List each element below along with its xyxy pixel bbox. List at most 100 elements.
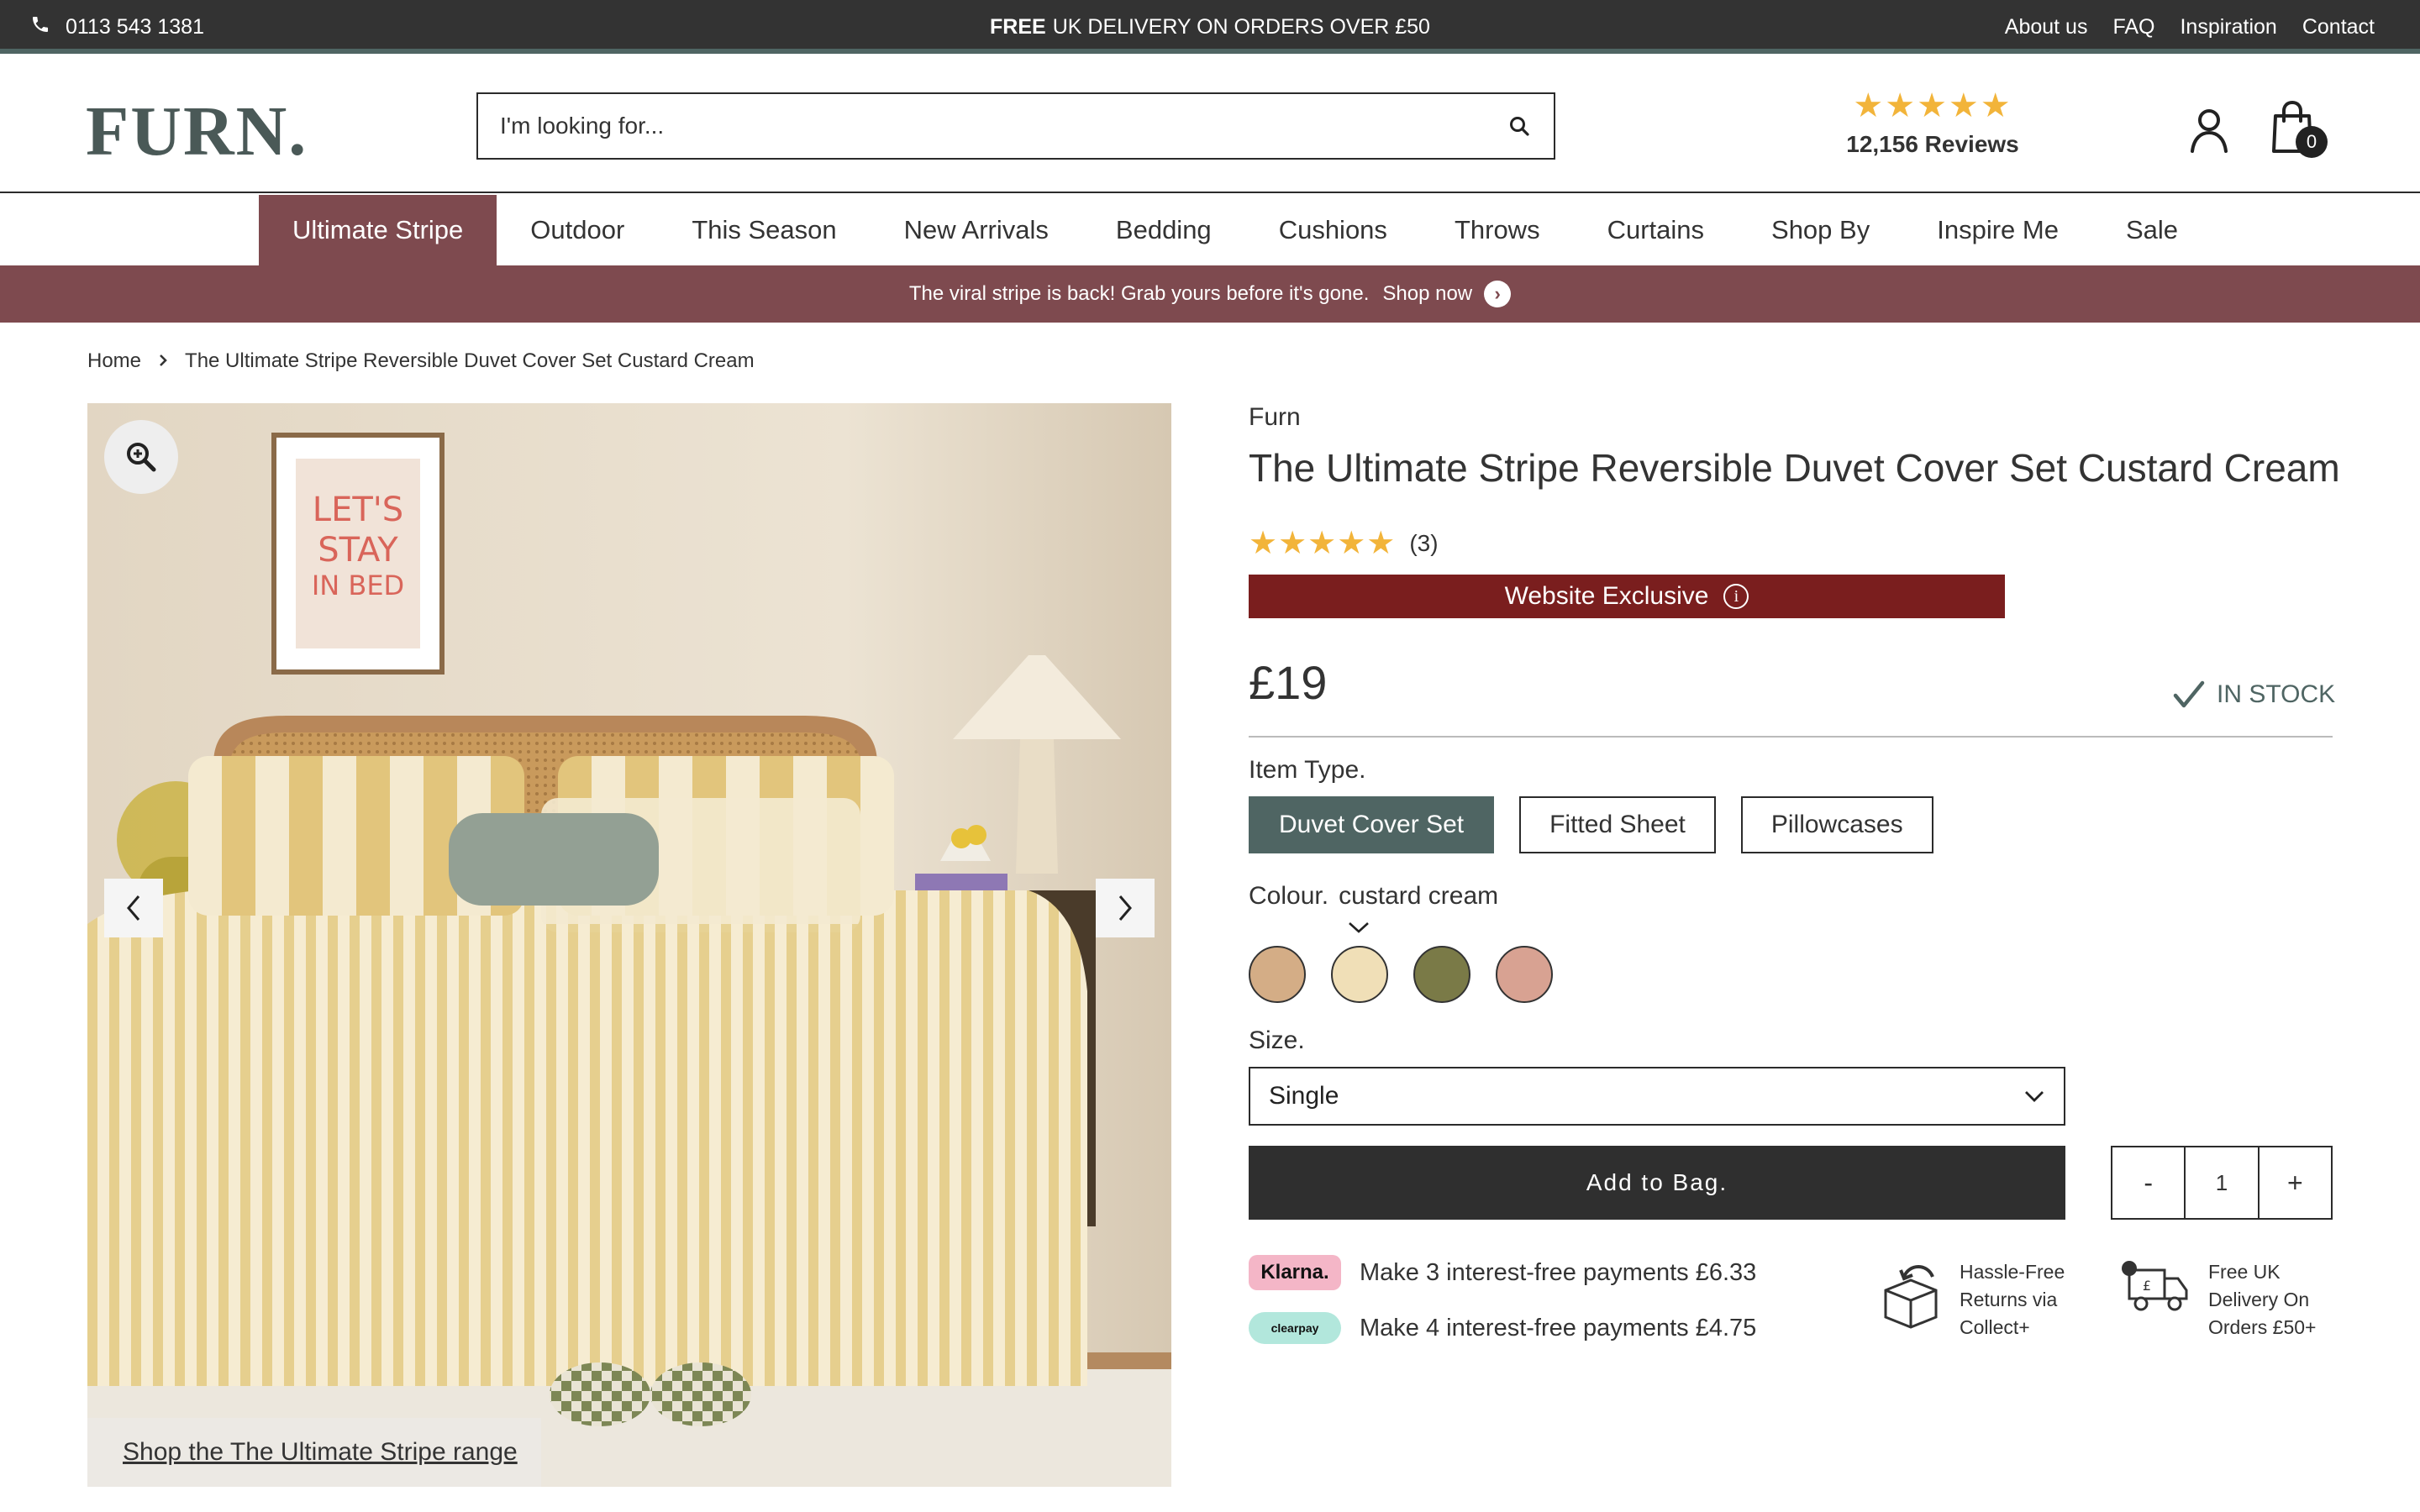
shop-now-label: Shop now <box>1382 282 1473 305</box>
phone-number: 0113 543 1381 <box>66 14 204 39</box>
swatch-pink[interactable] <box>1496 946 1553 1003</box>
shopping-bag-icon[interactable]: 0 <box>2269 99 2328 158</box>
zoom-icon[interactable] <box>104 420 178 494</box>
returns-line-1: Hassle-Free <box>1960 1261 2065 1283</box>
bedroom-photo: LET'S STAY IN BED <box>87 403 1171 1487</box>
reviews-count: 12,156 Reviews <box>1846 131 2019 157</box>
option-fitted-sheet[interactable]: Fitted Sheet <box>1519 796 1716 853</box>
breadcrumb-home[interactable]: Home <box>87 349 141 373</box>
nav-item-outdoor[interactable]: Outdoor <box>497 195 658 265</box>
top-bar: FREE UK DELIVERY ON ORDERS OVER £50 0113… <box>0 0 2420 54</box>
add-to-bag-button[interactable]: Add to Bag. <box>1249 1146 2065 1220</box>
swatch-olive[interactable] <box>1413 946 1470 1003</box>
search-bar <box>476 92 1555 160</box>
delivery-truck-icon: £ <box>2122 1261 2188 1311</box>
nav-item-shop-by[interactable]: Shop By <box>1738 195 1903 265</box>
nav-item-sale[interactable]: Sale <box>2092 195 2212 265</box>
chevron-down-icon <box>1348 921 1370 938</box>
option-duvet-cover-set[interactable]: Duvet Cover Set <box>1249 796 1495 853</box>
previous-image-button[interactable] <box>104 879 163 937</box>
reviews-stars: ★★★★★ <box>1853 87 2012 124</box>
quantity-decrease-button[interactable]: - <box>2112 1147 2184 1218</box>
contact-link[interactable]: Contact <box>2302 15 2375 39</box>
product-brand[interactable]: Furn <box>1249 403 1301 432</box>
chevron-left-icon <box>127 895 140 921</box>
quantity-increase-button[interactable]: + <box>2260 1147 2331 1218</box>
delivery-line-1: Free UK <box>2208 1261 2281 1283</box>
delivery-line-3: Orders £50+ <box>2208 1316 2317 1338</box>
info-icon: i <box>1723 584 1749 609</box>
returns-feature: Hassle-Free Returns via Collect+ <box>1879 1258 2065 1341</box>
product-rating[interactable]: ★★★★★ (3) <box>1249 524 1439 562</box>
delivery-text: Free UK Delivery On Orders £50+ <box>2208 1258 2317 1341</box>
nav-item-new-arrivals[interactable]: New Arrivals <box>871 195 1082 265</box>
quantity-value[interactable]: 1 <box>2184 1147 2260 1218</box>
breadcrumb: Home The Ultimate Stripe Reversible Duve… <box>87 349 755 373</box>
site-reviews[interactable]: ★★★★★ 12,156 Reviews <box>1807 87 2059 158</box>
item-type-label: Item Type. <box>1249 756 1366 784</box>
chevron-down-icon <box>2025 1091 2044 1102</box>
clearpay-logo: clearpay <box>1249 1312 1341 1344</box>
swatch-custard-cream[interactable] <box>1331 946 1388 1003</box>
promo-banner: The viral stripe is back! Grab yours bef… <box>0 265 2420 323</box>
shop-range-link[interactable]: Shop the The Ultimate Stripe range <box>87 1418 541 1487</box>
nav-item-bedding[interactable]: Bedding <box>1082 195 1245 265</box>
phone-icon <box>30 14 50 40</box>
site-header: FURN. ★★★★★ 12,156 Reviews 0 <box>0 59 2420 193</box>
nav-item-throws[interactable]: Throws <box>1421 195 1574 265</box>
phone-link[interactable]: 0113 543 1381 <box>30 0 204 54</box>
quantity-stepper: - 1 + <box>2111 1146 2333 1220</box>
top-links: About us FAQ Inspiration Contact <box>2005 0 2375 54</box>
nav-item-curtains[interactable]: Curtains <box>1574 195 1738 265</box>
klarna-logo: Klarna. <box>1249 1255 1341 1290</box>
nav-item-cushions[interactable]: Cushions <box>1245 195 1421 265</box>
promo-text: UK DELIVERY ON ORDERS OVER £50 <box>1052 14 1430 39</box>
poster-line-3: IN BED <box>312 570 404 601</box>
size-label: Size. <box>1249 1026 1305 1054</box>
checkmark-icon <box>2173 680 2205 708</box>
svg-text:£: £ <box>2143 1278 2151 1294</box>
delivery-line-2: Delivery On <box>2208 1289 2310 1310</box>
breadcrumb-current: The Ultimate Stripe Reversible Duvet Cov… <box>185 349 755 372</box>
shop-now-link[interactable]: Shop now › <box>1382 281 1512 307</box>
nav-item-ultimate-stripe[interactable]: Ultimate Stripe <box>259 195 497 265</box>
poster-line-1: LET'S <box>313 491 403 529</box>
returns-line-3: Collect+ <box>1960 1316 2030 1338</box>
banner-text: The viral stripe is back! Grab yours bef… <box>908 282 1370 305</box>
nav-item-inspire-me[interactable]: Inspire Me <box>1903 195 2092 265</box>
option-pillowcases[interactable]: Pillowcases <box>1740 796 1933 853</box>
returns-box-icon <box>1884 1265 1938 1329</box>
klarna-text: Make 3 interest-free payments £6.33 <box>1360 1258 1757 1286</box>
chevron-right-icon <box>1118 895 1132 921</box>
size-select[interactable]: Single <box>1249 1067 2065 1126</box>
promo-bold: FREE <box>990 14 1046 39</box>
logo[interactable]: FURN. <box>86 91 308 172</box>
returns-text: Hassle-Free Returns via Collect+ <box>1960 1258 2065 1341</box>
klarna-payment-info[interactable]: Klarna. Make 3 interest-free payments £6… <box>1249 1255 1756 1290</box>
inspiration-link[interactable]: Inspiration <box>2180 15 2276 39</box>
search-icon[interactable] <box>1505 112 1534 140</box>
returns-line-2: Returns via <box>1960 1289 2058 1310</box>
colour-label: Colour. <box>1249 882 1329 910</box>
rating-stars: ★★★★★ <box>1249 526 1397 561</box>
poster-line-2: STAY <box>318 531 398 570</box>
stock-label: IN STOCK <box>2217 680 2336 708</box>
delivery-feature: £ Free UK Delivery On Orders £50+ <box>2121 1258 2317 1341</box>
chevron-right-icon <box>158 349 168 373</box>
swatch-tan[interactable] <box>1249 946 1306 1003</box>
faq-link[interactable]: FAQ <box>2112 15 2154 39</box>
next-image-button[interactable] <box>1096 879 1155 937</box>
clearpay-text: Make 4 interest-free payments £4.75 <box>1360 1314 1757 1341</box>
chevron-right-icon: › <box>1484 281 1512 307</box>
product-price: £19 <box>1249 656 1328 709</box>
search-input[interactable] <box>498 112 1505 140</box>
website-exclusive-badge[interactable]: Website Exclusive i <box>1249 575 2005 618</box>
size-value: Single <box>1269 1082 1339 1110</box>
account-icon[interactable] <box>2188 108 2230 153</box>
nav-item-this-season[interactable]: This Season <box>658 195 870 265</box>
clearpay-payment-info[interactable]: clearpay Make 4 interest-free payments £… <box>1249 1312 1756 1344</box>
colour-swatches <box>1249 946 1553 1003</box>
product-image[interactable]: LET'S STAY IN BED Shop the The Ultimate … <box>87 403 1171 1487</box>
about-us-link[interactable]: About us <box>2005 15 2088 39</box>
bag-count-badge: 0 <box>2296 126 2328 158</box>
